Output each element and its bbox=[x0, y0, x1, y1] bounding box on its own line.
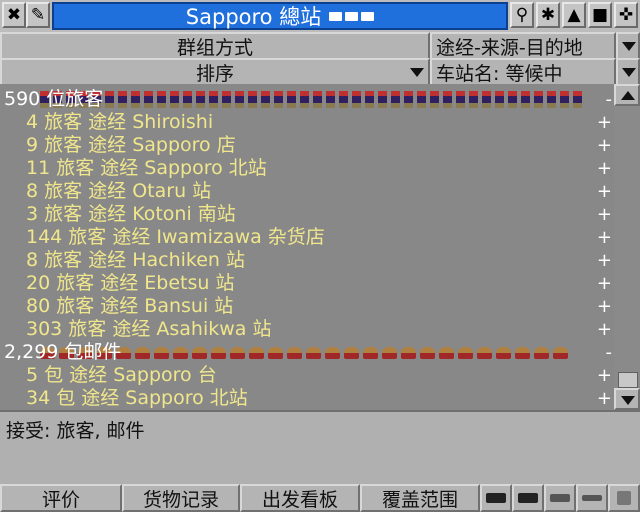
chevron-down-icon bbox=[410, 68, 424, 77]
list-item[interactable]: 20 旅客 途经 Ebetsu 站 + bbox=[0, 272, 614, 295]
truck-icon[interactable] bbox=[512, 484, 544, 512]
sort-select[interactable]: 车站名: 等候中 bbox=[430, 58, 616, 86]
ship-icon[interactable] bbox=[544, 484, 576, 512]
bottom-tabs: 评价 货物记录 出发看板 覆盖范围 bbox=[0, 484, 640, 512]
list-item[interactable]: 8 旅客 途经 Hachiken 站 + bbox=[0, 249, 614, 272]
collapse-toggle[interactable]: - bbox=[606, 341, 613, 364]
pencil-icon[interactable]: ✎ bbox=[26, 2, 50, 28]
resize-grip-icon[interactable] bbox=[608, 484, 640, 512]
expand-toggle[interactable]: + bbox=[597, 226, 612, 249]
expand-toggle[interactable]: + bbox=[597, 387, 612, 410]
group-dropdown-button[interactable] bbox=[616, 32, 640, 60]
list-item[interactable]: 11 旅客 途经 Sapporo 北站 + bbox=[0, 157, 614, 180]
expand-toggle[interactable]: + bbox=[597, 180, 612, 203]
title-bar: ✖ ✎ Sapporo 總站 ⚲ ✱ ▲ ■ ✜ bbox=[0, 0, 640, 33]
list-item[interactable]: 8 旅客 途经 Otaru 站 + bbox=[0, 180, 614, 203]
station-window: ✖ ✎ Sapporo 總站 ⚲ ✱ ▲ ■ ✜ 群组方式 途经-来源-目的地 … bbox=[0, 0, 640, 512]
sort-row: 排序 车站名: 等候中 bbox=[0, 58, 640, 86]
expand-toggle[interactable]: + bbox=[597, 134, 612, 157]
expand-toggle[interactable]: + bbox=[597, 364, 612, 387]
list-item[interactable]: 144 旅客 途经 Iwamizawa 杂货店 + bbox=[0, 226, 614, 249]
tab-rating[interactable]: 评价 bbox=[0, 484, 122, 512]
tab-coverage[interactable]: 覆盖范围 bbox=[360, 484, 480, 512]
train-icon[interactable] bbox=[480, 484, 512, 512]
list-item[interactable]: 303 旅客 途经 Asahikwa 站 + bbox=[0, 318, 614, 341]
expand-toggle[interactable]: + bbox=[597, 203, 612, 226]
close-icon[interactable]: ✖ bbox=[2, 2, 26, 28]
list-item[interactable]: 80 旅客 途经 Bansui 站 + bbox=[0, 295, 614, 318]
mail-header[interactable]: 2,299 包邮件 - bbox=[0, 341, 614, 364]
tab-departures[interactable]: 出发看板 bbox=[240, 484, 360, 512]
pin-icon[interactable]: ✜ bbox=[614, 2, 638, 28]
sort-dropdown-button[interactable] bbox=[616, 58, 640, 86]
shade-icon[interactable]: ▲ bbox=[562, 2, 586, 28]
list-item[interactable]: 3 旅客 途经 Kotoni 南站 + bbox=[0, 203, 614, 226]
group-label: 群组方式 bbox=[0, 32, 430, 60]
marker-icon[interactable]: ⚲ bbox=[510, 2, 534, 28]
tab-goods[interactable]: 货物记录 bbox=[122, 484, 240, 512]
passenger-header-label: 590 位旅客 bbox=[4, 88, 104, 110]
scroll-up-button[interactable] bbox=[614, 84, 640, 106]
group-select[interactable]: 途经-来源-目的地 bbox=[430, 32, 616, 60]
stop-icon[interactable]: ■ bbox=[588, 2, 612, 28]
bug-icon[interactable]: ✱ bbox=[536, 2, 560, 28]
vertical-scrollbar[interactable] bbox=[614, 84, 640, 410]
list-item[interactable]: 9 旅客 途经 Sapporo 店 + bbox=[0, 134, 614, 157]
list-item[interactable]: 5 包 途经 Sapporo 台 + bbox=[0, 364, 614, 387]
expand-toggle[interactable]: + bbox=[597, 295, 612, 318]
station-title: Sapporo 總站 bbox=[185, 5, 322, 29]
accepts-label: 接受: 旅客, 邮件 bbox=[6, 420, 145, 442]
mail-header-label: 2,299 包邮件 bbox=[4, 341, 122, 363]
passenger-icons bbox=[40, 91, 600, 108]
vehicle-icons bbox=[329, 11, 375, 21]
expand-toggle[interactable]: + bbox=[597, 272, 612, 295]
passenger-header[interactable]: 590 位旅客 - bbox=[0, 88, 614, 111]
list-item[interactable]: 4 旅客 途经 Shiroishi + bbox=[0, 111, 614, 134]
list-item[interactable]: 34 包 途经 Sapporo 北站 + bbox=[0, 387, 614, 410]
scroll-down-button[interactable] bbox=[614, 388, 640, 410]
cargo-list: 590 位旅客 - 4 旅客 途经 Shiroishi + 9 旅客 途经 Sap… bbox=[0, 84, 614, 410]
expand-toggle[interactable]: + bbox=[597, 111, 612, 134]
status-panel: 接受: 旅客, 邮件 bbox=[0, 410, 640, 486]
sort-button[interactable]: 排序 bbox=[0, 58, 430, 86]
station-name-field[interactable]: Sapporo 總站 bbox=[52, 2, 508, 30]
scroll-thumb[interactable] bbox=[618, 372, 638, 388]
sort-label: 排序 bbox=[195, 62, 234, 85]
expand-toggle[interactable]: + bbox=[597, 157, 612, 180]
expand-toggle[interactable]: + bbox=[597, 318, 612, 341]
group-row: 群组方式 途经-来源-目的地 bbox=[0, 32, 640, 60]
airplane-icon[interactable] bbox=[576, 484, 608, 512]
collapse-toggle[interactable]: - bbox=[606, 88, 613, 111]
mail-icons bbox=[40, 344, 600, 361]
expand-toggle[interactable]: + bbox=[597, 249, 612, 272]
